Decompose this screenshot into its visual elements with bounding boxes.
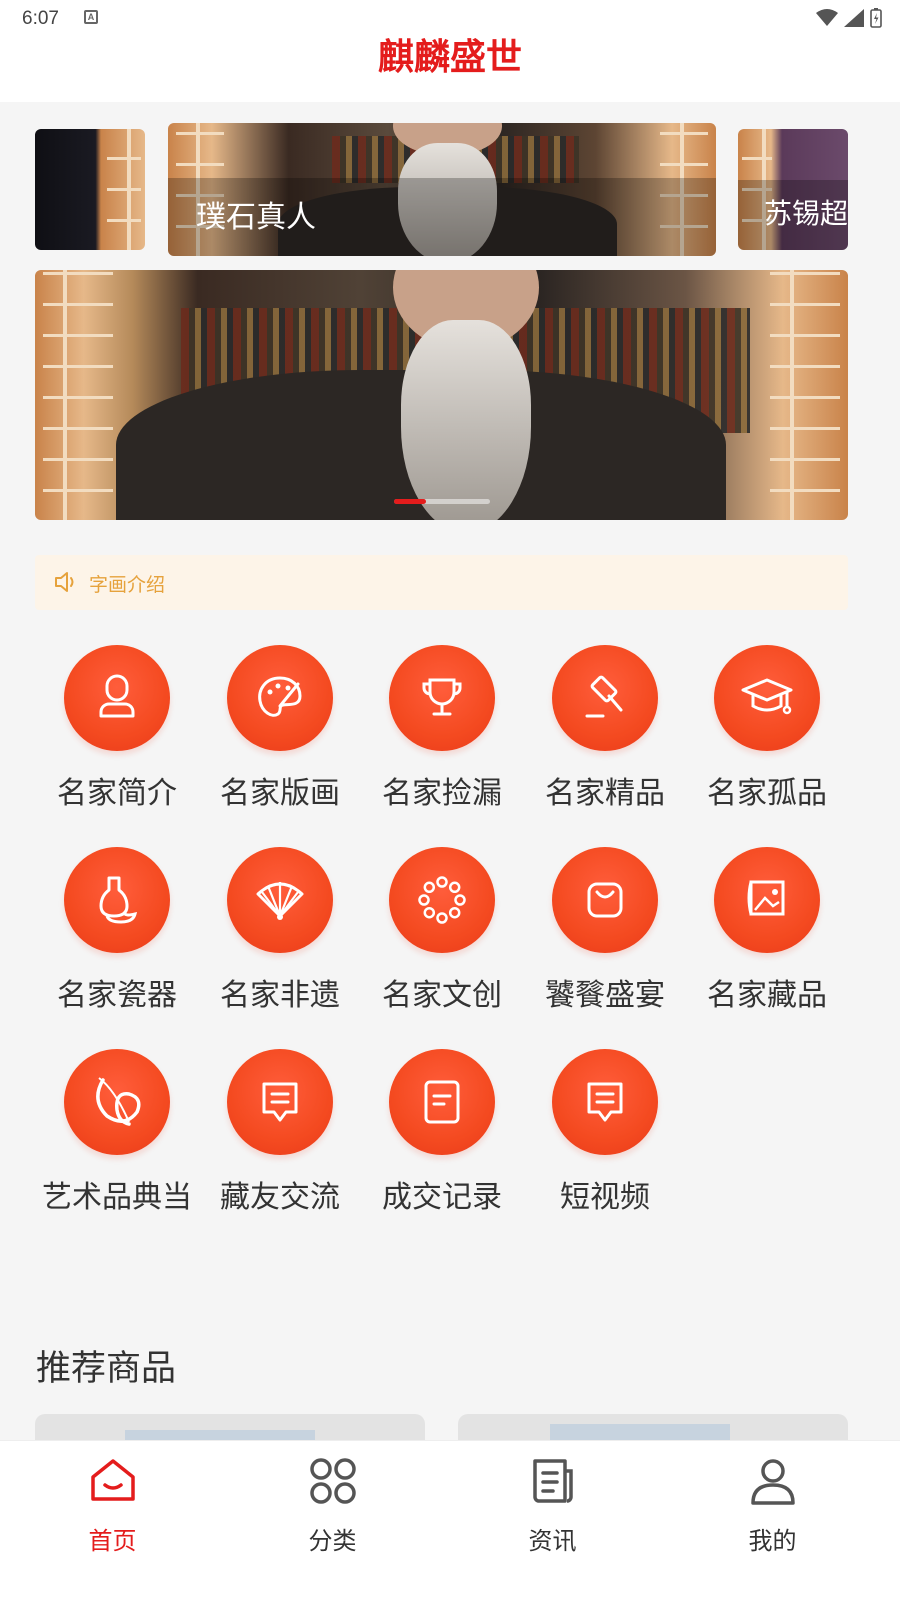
brush-stroke-icon [96, 1077, 141, 1126]
nav-profile[interactable]: 我的 [660, 1441, 885, 1600]
grid-item-label: 名家精品 [545, 776, 665, 811]
bead-ring-icon [418, 876, 466, 924]
message-icon [262, 1082, 298, 1122]
vase-icon [99, 876, 138, 924]
signal-icon [844, 9, 864, 27]
grid-item-label: 名家孤品 [707, 776, 827, 811]
mini-slide-right[interactable]: 苏锡超 [738, 129, 848, 250]
main-banner[interactable] [35, 270, 848, 520]
nav-profile-label: 我的 [748, 1527, 797, 1555]
scroll-icon [747, 880, 785, 916]
status-time: 6:07 [22, 8, 59, 29]
fan-icon [256, 882, 304, 920]
person-icon [99, 674, 135, 718]
nav-news-label: 资讯 [528, 1527, 577, 1555]
section-title-recommended: 推荐商品 [36, 1349, 177, 1389]
banner-indicator [394, 499, 490, 504]
grid-item-label: 藏友交流 [220, 1180, 340, 1215]
grid-item-label: 名家非遗 [220, 978, 340, 1013]
mini-slide-label: 璞石真人 [196, 200, 316, 235]
grid-item-label: 名家文创 [382, 978, 502, 1013]
grid-item-label: 名家简介 [57, 776, 177, 811]
notification-icon: A [84, 10, 98, 24]
wifi-icon [816, 9, 838, 26]
notice-bar[interactable]: 字画介绍 [35, 555, 848, 610]
grid-item-label: 成交记录 [382, 1180, 502, 1215]
speaker-icon [55, 572, 74, 592]
grid-item-label: 名家版画 [220, 776, 340, 811]
home-icon [91, 1459, 135, 1501]
document-icon [424, 1080, 460, 1124]
nav-category[interactable]: 分类 [220, 1441, 445, 1600]
graduation-cap-icon [741, 678, 793, 715]
bottom-nav: 首页 分类 资讯 我的 [0, 1440, 900, 1600]
grid-item-label: 短视频 [560, 1180, 650, 1215]
battery-icon [870, 8, 882, 28]
category-icon [310, 1458, 356, 1504]
mini-slide-center[interactable]: 璞石真人 [168, 123, 716, 256]
bag-icon [587, 882, 623, 918]
grid-item-label: 艺术品典当 [42, 1180, 192, 1215]
grid-item-label: 名家捡漏 [382, 776, 502, 811]
nav-home[interactable]: 首页 [0, 1441, 225, 1600]
message-icon [587, 1082, 623, 1122]
profile-icon [751, 1459, 795, 1505]
grid-item-label: 名家瓷器 [57, 978, 177, 1013]
auction-hammer-icon [585, 675, 623, 718]
mini-carousel[interactable]: 璞石真人 苏锡超 [0, 118, 900, 268]
app-title: 麒麟盛世 [377, 37, 522, 78]
grid-item-label: 饕餮盛宴 [545, 978, 665, 1013]
nav-category-label: 分类 [308, 1527, 357, 1555]
palette-icon [258, 676, 302, 717]
news-icon [533, 1459, 573, 1503]
nav-news[interactable]: 资讯 [440, 1441, 665, 1600]
nav-home-label: 首页 [88, 1527, 137, 1555]
mini-slide-label: 苏锡超 [764, 197, 848, 230]
grid-item-label: 名家藏品 [707, 978, 827, 1013]
app-header: 6:07 A 麒麟盛世 [0, 0, 900, 102]
trophy-icon [422, 678, 462, 716]
notice-text: 字画介绍 [89, 574, 166, 596]
mini-slide-left[interactable] [35, 129, 145, 250]
